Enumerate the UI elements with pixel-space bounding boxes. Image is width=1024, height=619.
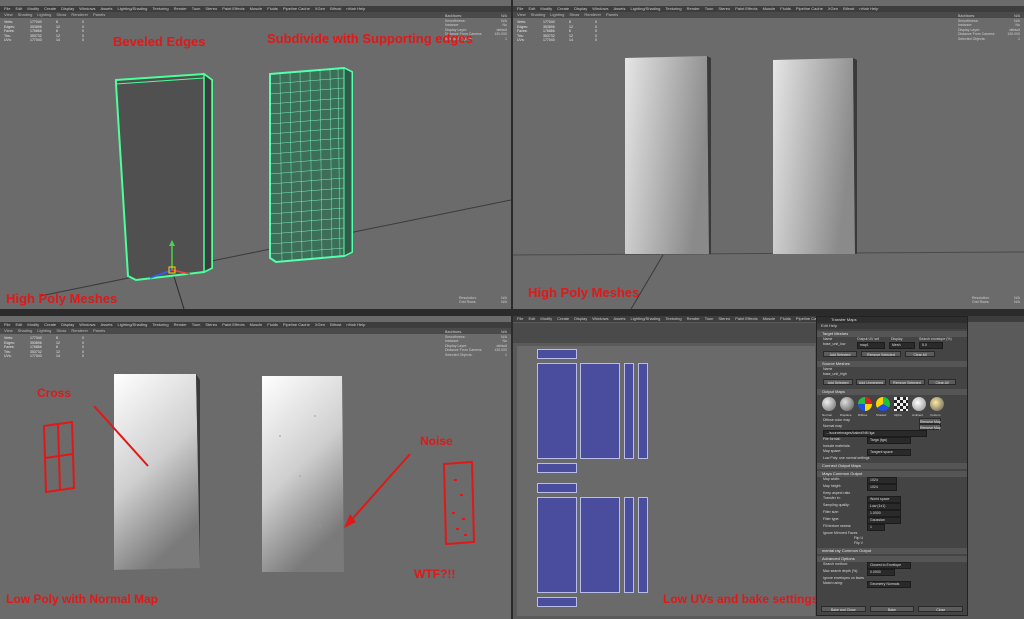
subdivided-mesh: [269, 66, 353, 264]
menu-item[interactable]: File: [517, 316, 523, 321]
uv-shell[interactable]: [638, 497, 648, 593]
menu-item[interactable]: Modify: [540, 316, 552, 321]
uv-shell[interactable]: [537, 463, 577, 473]
uv-shell[interactable]: [537, 349, 577, 359]
annotation-wtf: WTF?!!: [414, 567, 456, 581]
menu-item[interactable]: Windows: [592, 316, 608, 321]
uv-shell[interactable]: [537, 497, 577, 593]
normal-map-path-field[interactable]: .../sourceimages/baked/NM.tga: [823, 430, 927, 437]
annotation-subdivide: Subdivide with Supporting edges: [267, 31, 473, 46]
uv-shell[interactable]: [624, 363, 634, 459]
menu-item[interactable]: Texturing: [665, 316, 681, 321]
sampling-quality-select[interactable]: Low (1x1): [867, 503, 901, 510]
viewport-scene: [39, 66, 511, 309]
alpha-map-icon[interactable]: [894, 397, 908, 411]
section-connect-output[interactable]: Connect Output Maps: [817, 463, 967, 469]
uv-shell[interactable]: [537, 363, 577, 459]
window-menu[interactable]: Edit Help: [817, 323, 967, 329]
annotation-high-poly-right: High Poly Meshes: [528, 285, 640, 300]
annotation-low-uvs: Low UVs and bake settings: [663, 592, 819, 606]
high-poly-mesh-a: [625, 56, 709, 254]
menu-item[interactable]: Create: [557, 316, 569, 321]
menu-item[interactable]: Stereo: [718, 316, 730, 321]
fill-texture-field[interactable]: 1: [867, 524, 885, 531]
low-poly-mesh-cross: [114, 374, 200, 570]
annotation-cross: Cross: [37, 386, 72, 400]
uv-shell[interactable]: [537, 597, 577, 607]
uv-shell[interactable]: [638, 363, 648, 459]
remove-selected-button[interactable]: Remove Selected: [861, 351, 901, 357]
custom-map-icon[interactable]: [930, 397, 944, 411]
annotation-beveled-edges: Beveled Edges: [113, 34, 206, 49]
uv-toolbar[interactable]: [513, 323, 816, 343]
viewport-scene: [513, 56, 1024, 309]
clear-all-source-button[interactable]: Clear All: [928, 379, 956, 385]
ambient-map-icon[interactable]: [912, 397, 926, 411]
viewport-top-right[interactable]: File Edit Modify Create Display Windows Assets…: [513, 0, 1024, 309]
menu-item[interactable]: Fluids: [780, 316, 791, 321]
viewport-bottom-left[interactable]: File Edit Modify Create Display Windows Assets…: [0, 316, 511, 619]
uv-shell[interactable]: [624, 497, 634, 593]
annotation-noise: Noise: [420, 434, 453, 448]
displace-map-icon[interactable]: [840, 397, 854, 411]
viewport-top-left[interactable]: File Edit Modify Create Display Windows Assets…: [0, 0, 511, 309]
menu-item[interactable]: Assets: [614, 316, 626, 321]
normal-map-icon[interactable]: [822, 397, 836, 411]
close-button[interactable]: Close: [918, 606, 964, 612]
section-mental-ray[interactable]: mental ray Common Output: [817, 548, 967, 554]
annotation-high-poly-left: High Poly Meshes: [6, 291, 118, 306]
bake-and-close-button[interactable]: Bake and Close: [821, 606, 866, 612]
uv-grid[interactable]: [517, 346, 815, 616]
target-row[interactable]: base_unit_low map1 Mesh 5.0: [817, 342, 967, 349]
menu-item[interactable]: Edit: [528, 316, 535, 321]
map-type-icons[interactable]: [817, 395, 967, 413]
remove-selected-source-button[interactable]: Remove Selected: [889, 379, 925, 385]
menu-item[interactable]: Paint Effects: [735, 316, 757, 321]
menu-item[interactable]: Muscle: [763, 316, 776, 321]
annotation-low-poly: Low Poly with Normal Map: [6, 592, 159, 606]
add-unmeshed-button[interactable]: Add Unmeshed: [856, 379, 886, 385]
uv-shell[interactable]: [580, 363, 620, 459]
map-height-field[interactable]: 1024: [867, 484, 897, 491]
shaded-map-icon[interactable]: [876, 397, 890, 411]
add-selected-button[interactable]: Add Selected: [823, 351, 857, 357]
transfer-maps-window[interactable]: Transfer Maps Edit Help Target Meshes Na…: [816, 316, 968, 616]
map-width-field[interactable]: 1024: [867, 477, 897, 484]
beveled-mesh: [115, 72, 213, 282]
high-poly-mesh-b: [773, 58, 855, 254]
normal-map-path-row[interactable]: .../sourceimages/baked/NM.tga: [817, 430, 967, 437]
filter-size-field[interactable]: 1.0000: [867, 510, 901, 517]
map-space-select[interactable]: Tangent space: [867, 449, 911, 456]
filter-type-select[interactable]: Gaussian: [867, 517, 901, 524]
uv-shell[interactable]: [537, 483, 577, 493]
menu-item[interactable]: Display: [574, 316, 587, 321]
menu-item[interactable]: Render: [687, 316, 700, 321]
file-format-select[interactable]: Targa (tga): [867, 437, 911, 444]
bake-button[interactable]: Bake: [869, 606, 915, 612]
diffuse-map-icon[interactable]: [858, 397, 872, 411]
clear-all-button[interactable]: Clear All: [905, 351, 935, 357]
match-using-select[interactable]: Geometry Normals: [867, 581, 911, 588]
search-method-select[interactable]: Closest to Envelope: [867, 562, 911, 569]
low-poly-mesh-noise: [262, 376, 344, 572]
menu-item[interactable]: Toon: [705, 316, 714, 321]
add-selected-source-button[interactable]: Add Selected: [823, 379, 853, 385]
max-search-field[interactable]: 0.0000: [867, 569, 895, 576]
uv-shell[interactable]: [580, 497, 620, 593]
transfer-in-select[interactable]: World space: [867, 496, 901, 503]
menu-item[interactable]: Lighting/Shading: [631, 316, 661, 321]
